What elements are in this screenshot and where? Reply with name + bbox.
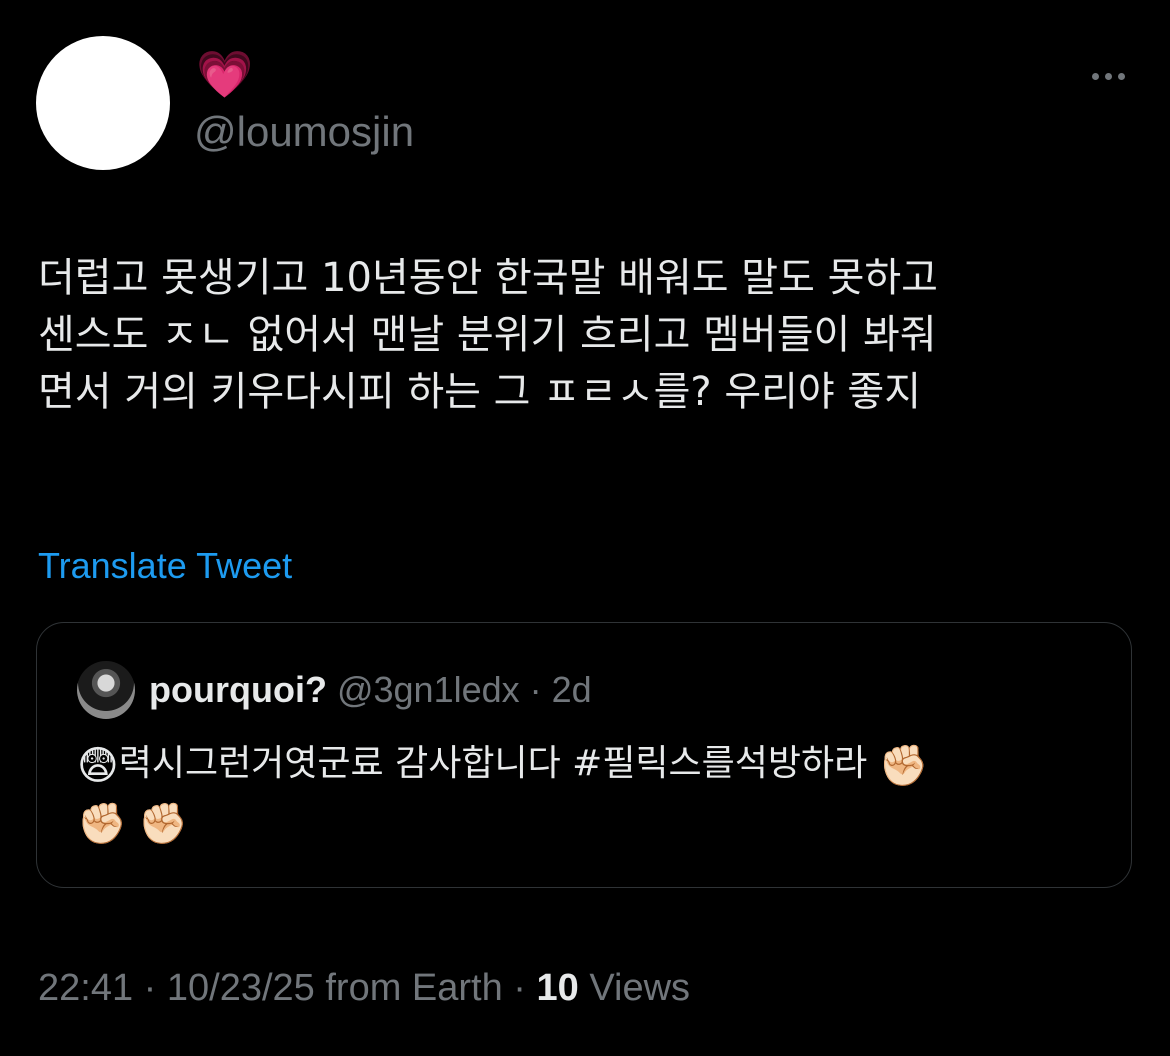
tweet-time: 22:41 <box>38 967 134 1009</box>
quoted-tweet-age: 2d <box>551 669 592 710</box>
quoted-author-handle: @3gn1ledx <box>336 669 520 710</box>
tweet-text: 더럽고 못생기고 10년동안 한국말 배워도 말도 못하고 센스도 ㅈㄴ 없어서… <box>38 255 938 415</box>
author-display-name[interactable]: 💗 <box>196 46 253 102</box>
quoted-tweet-header: pourquoi? @3gn1ledx · 2d <box>149 665 592 715</box>
raised-fist-emoji: ✊🏻 <box>138 801 189 847</box>
tweet-date: 10/23/25 <box>166 967 315 1009</box>
footer-separator: · <box>133 967 167 1009</box>
translate-tweet-link[interactable]: Translate Tweet <box>38 542 292 590</box>
quoted-tweet-body: 력시그런거엿군료 감사합니다 #필릭스를석방하라 <box>118 743 868 784</box>
more-horizontal-icon <box>1104 72 1112 80</box>
quoted-tweet-text: 😨력시그런거엿군료 감사합니다 #필릭스를석방하라 ✊🏻 ✊🏻 ✊🏻 <box>77 735 1107 851</box>
tweet-metadata: 22:41 · 10/23/25 from Earth · 10 Views <box>38 962 690 1014</box>
quoted-separator: · <box>519 669 552 710</box>
raised-fist-emoji: ✊🏻 <box>878 743 929 789</box>
quoted-author-avatar <box>77 661 135 719</box>
quoted-tweet-card[interactable]: pourquoi? @3gn1ledx · 2d 😨력시그런거엿군료 감사합니다… <box>36 622 1132 888</box>
tweet-source: from Earth <box>325 967 503 1009</box>
more-horizontal-icon <box>1091 72 1099 80</box>
more-options-button[interactable] <box>1080 60 1136 92</box>
footer-separator: · <box>502 967 537 1009</box>
fearful-face-emoji: 😨 <box>77 743 119 789</box>
quoted-author-display-name: pourquoi? <box>149 669 327 710</box>
views-label[interactable]: Views <box>589 967 690 1009</box>
author-avatar[interactable] <box>36 36 170 170</box>
more-horizontal-icon <box>1117 72 1125 80</box>
views-count[interactable]: 10 <box>537 967 579 1009</box>
author-handle[interactable]: @loumosjin <box>194 104 414 160</box>
raised-fist-emoji: ✊🏻 <box>77 801 127 847</box>
